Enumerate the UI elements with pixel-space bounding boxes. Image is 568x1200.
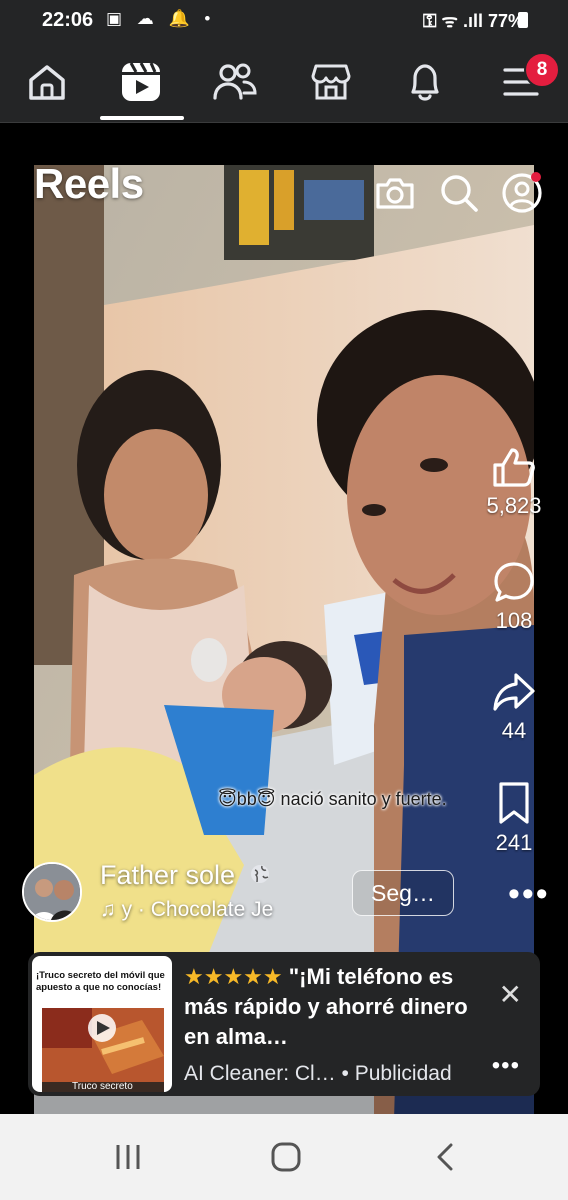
author-name[interactable]: Father sole [100,860,271,891]
search-icon [441,175,478,212]
ad-thumb-image [42,1008,164,1092]
nav-home[interactable] [0,42,94,122]
share-button[interactable]: 44 [474,670,554,744]
ad-sponsor: AI Cleaner: Cl… • Publicidad [184,1062,452,1085]
comment-icon [494,562,534,602]
bookmark-icon [499,782,529,824]
author-avatar[interactable] [22,862,82,922]
follow-button[interactable]: Seg… [352,870,454,916]
status-right-icons: ⚿ ᯤ .ıll 77% [422,11,524,31]
system-navigation-bar [0,1114,568,1200]
profile-button[interactable] [499,170,545,216]
save-button[interactable]: 241 [474,780,554,856]
camera-icon [376,178,414,209]
recent-apps-icon [116,1145,140,1169]
back-button[interactable] [406,1114,486,1200]
bell-icon [411,64,439,101]
battery-icon [518,12,528,28]
nav-notifications[interactable] [378,42,472,122]
marketplace-icon [311,64,351,100]
avatar-image [24,864,80,920]
status-bar: 22:06 ▣ ☁ 🔔 • ⚿ ᯤ .ıll 77% [0,0,568,42]
search-button[interactable] [436,170,482,216]
ad-headline-text: ★★★★★ "¡Mi teléfono es más rápido y ahor… [184,964,468,1049]
sponsored-ad[interactable]: ¡Truco secreto del móvil que apuesto a q… [28,952,540,1096]
nav-marketplace[interactable] [284,42,378,122]
nav-friends[interactable] [188,42,282,122]
status-time: 22:06 [42,9,94,31]
more-options-icon[interactable]: ••• [508,877,550,911]
home-system-icon [271,1142,301,1172]
ad-thumbnail[interactable]: ¡Truco secreto del móvil que apuesto a q… [32,956,172,1092]
reels-title: Reels [34,160,144,207]
home-system-button[interactable] [246,1114,326,1200]
notification-icons: ▣ ☁ 🔔 • [106,9,216,28]
close-ad-icon[interactable]: ✕ [499,978,522,1011]
share-count: 44 [501,718,527,743]
back-icon [437,1143,453,1171]
video-caption: 😇bb😇 nació sanito y fuerte. [218,789,447,809]
share-icon [493,673,535,711]
recent-apps-button[interactable] [88,1114,168,1200]
menu-notification-badge: 8 [524,52,560,88]
active-tab-indicator [100,116,184,120]
like-count: 5,823 [486,493,542,518]
music-info[interactable]: ♫ y · Chocolate Je [100,898,273,922]
comment-button[interactable]: 108 [474,560,554,634]
like-button[interactable]: 5,823 [474,445,554,519]
camera-button[interactable] [372,170,418,216]
nav-menu[interactable]: 8 [474,42,568,122]
ad-headline: ★★★★★ "¡Mi teléfono es más rápido y ahor… [184,962,484,1052]
friends-icon [213,63,257,100]
save-count: 241 [495,830,533,855]
thumbs-up-icon [493,448,535,487]
globe-icon [250,865,269,883]
nav-reels[interactable] [94,42,188,122]
top-navigation: 8 [0,42,568,123]
reels-icon [122,62,160,101]
ad-more-options-icon[interactable]: ••• [492,1052,520,1080]
home-icon [29,65,65,100]
ad-thumb-caption: Truco secreto [72,1081,133,1092]
rating-stars-icon: ★★★★★ [184,964,283,989]
profile-icon [502,172,542,213]
comment-count: 108 [495,608,533,633]
author-name-text: Father sole [100,860,236,890]
